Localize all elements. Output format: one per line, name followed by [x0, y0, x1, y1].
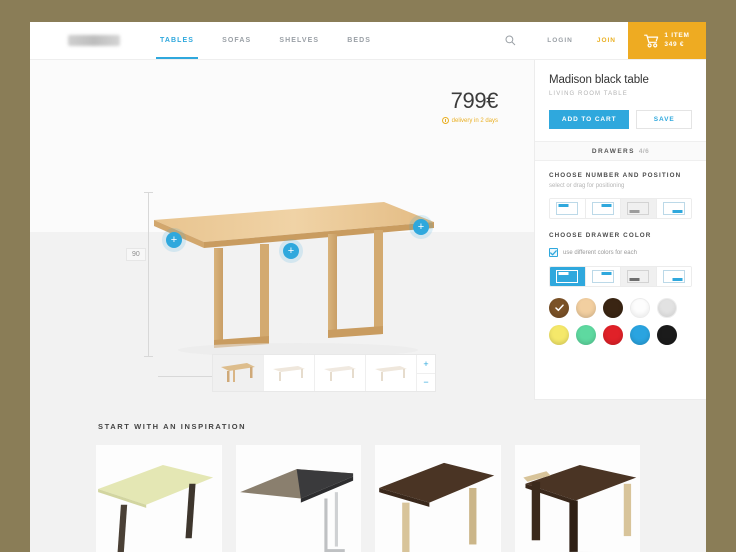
variant-thumbnail-3[interactable]: [315, 355, 366, 391]
swatch-yellow[interactable]: [549, 325, 569, 345]
variant-thumbnail-1[interactable]: [213, 355, 264, 391]
drawer-color-option-4[interactable]: [656, 267, 691, 286]
checkbox-label: use different colors for each: [563, 249, 637, 256]
product-category: LIVING ROOM TABLE: [549, 91, 628, 97]
cart-icon: [644, 34, 659, 47]
drawer-pos-option-1[interactable]: [550, 199, 586, 218]
swatch-white[interactable]: [630, 298, 650, 318]
inspiration-card-2[interactable]: [235, 445, 361, 552]
plus-icon: +: [417, 220, 425, 233]
nav-label: BEDS: [347, 37, 372, 44]
app-window: TABLES SOFAS SHELVES BEDS LOGIN JOIN 1 I…: [30, 22, 706, 552]
drawers-section-header: DRAWERS 4/6: [535, 141, 706, 161]
table-render[interactable]: [148, 198, 438, 358]
swatch-green[interactable]: [576, 325, 596, 345]
nav-item-tables[interactable]: TABLES: [146, 22, 208, 59]
height-dimension-line: [144, 192, 153, 357]
drawer-pattern-bottom-right-icon: [662, 270, 685, 283]
drawer-top-left-icon: [556, 202, 579, 215]
drawer-pos-option-4[interactable]: [656, 199, 691, 218]
hotspot-right[interactable]: +: [413, 219, 429, 235]
hotspot-center[interactable]: +: [283, 243, 299, 259]
company-logo[interactable]: [68, 35, 120, 46]
variant-thumbnail-2[interactable]: [264, 355, 315, 391]
configurator-body: 799€ delivery in 2 days 90 180: [30, 60, 706, 400]
swatch-blue[interactable]: [630, 325, 650, 345]
number-position-hint: select or drag for positioning: [549, 183, 625, 189]
clock-icon: [441, 117, 449, 124]
remove-variant-button[interactable]: −: [417, 372, 435, 391]
nav-label: TABLES: [160, 37, 195, 44]
product-summary: Madison black table LIVING ROOM TABLE AD…: [535, 60, 706, 141]
drawer-color-option-3[interactable]: [621, 267, 657, 286]
drawer-pattern-top-right-icon: [591, 270, 614, 283]
drawer-bottom-right-icon: [662, 202, 685, 215]
drawer-pos-option-3[interactable]: [621, 199, 657, 218]
check-icon: [554, 304, 564, 312]
login-link[interactable]: LOGIN: [535, 37, 585, 44]
drawer-color-option-2[interactable]: [585, 267, 621, 286]
checkbox-checked-icon: [549, 248, 558, 257]
cart-total: 349 €: [664, 40, 685, 48]
cart-button[interactable]: 1 ITEM 349 €: [628, 22, 706, 59]
plus-icon: +: [287, 244, 295, 257]
different-colors-checkbox[interactable]: use different colors for each: [549, 248, 692, 257]
drawer-bottom-left-icon: [627, 202, 650, 215]
delivery-note: delivery in 2 days: [441, 117, 498, 124]
drawers-count: 4/6: [638, 147, 650, 155]
drawer-color-label: CHOOSE DRAWER COLOR: [549, 232, 652, 239]
header-actions: LOGIN JOIN 1 ITEM 349 €: [499, 22, 706, 59]
swatch-black[interactable]: [657, 325, 677, 345]
nav-item-shelves[interactable]: SHELVES: [265, 22, 333, 59]
product-title: Madison black table: [549, 74, 649, 86]
site-header: TABLES SOFAS SHELVES BEDS LOGIN JOIN 1 I…: [30, 22, 706, 60]
drawer-pattern-filled-icon: [556, 270, 579, 283]
join-link[interactable]: JOIN: [585, 37, 628, 44]
cta-row: ADD TO CART SAVE: [549, 110, 692, 129]
product-price: 799€: [450, 88, 499, 113]
inspiration-card-3[interactable]: [375, 445, 501, 552]
inspiration-section: START WITH AN INSPIRATION: [30, 400, 706, 552]
variant-thumbnail-4[interactable]: [366, 355, 417, 391]
hotspot-left[interactable]: +: [166, 232, 182, 248]
inspiration-grid: [30, 445, 706, 552]
swatch-grey[interactable]: [657, 298, 677, 318]
add-variant-button[interactable]: +: [417, 355, 435, 373]
drawer-position-options: [549, 198, 692, 219]
add-to-cart-button[interactable]: ADD TO CART: [549, 110, 630, 129]
inspiration-title: START WITH AN INSPIRATION: [98, 422, 247, 431]
nav-label: SOFAS: [222, 37, 252, 44]
color-swatch-grid: [549, 298, 692, 345]
plus-icon: +: [170, 233, 178, 246]
drawer-color-pattern-options: [549, 266, 692, 287]
number-position-label: CHOOSE NUMBER AND POSITION: [549, 172, 682, 179]
swatch-red[interactable]: [603, 325, 623, 345]
swatch-beige[interactable]: [576, 298, 596, 318]
delivery-text: delivery in 2 days: [451, 117, 498, 124]
swatch-espresso[interactable]: [603, 298, 623, 318]
save-button[interactable]: SAVE: [636, 110, 692, 129]
panel-options: CHOOSE NUMBER AND POSITION select or dra…: [535, 161, 706, 399]
drawer-pattern-bottom-left-icon: [627, 270, 650, 283]
search-icon[interactable]: [499, 35, 521, 46]
variant-thumbnail-strip: + −: [212, 354, 436, 392]
price-block: 799€ delivery in 2 days: [441, 88, 499, 124]
cart-item-count: 1 ITEM: [664, 32, 690, 40]
inspiration-card-1[interactable]: [96, 445, 222, 552]
drawers-label: DRAWERS: [591, 147, 635, 155]
drawer-color-option-1[interactable]: [550, 267, 586, 286]
main-navigation: TABLES SOFAS SHELVES BEDS: [146, 22, 385, 59]
height-dimension-label[interactable]: 90: [126, 248, 146, 261]
cart-text: 1 ITEM 349 €: [664, 32, 689, 48]
nav-item-sofas[interactable]: SOFAS: [208, 22, 265, 59]
swatch-walnut[interactable]: [549, 298, 569, 318]
drawer-pos-option-2[interactable]: [585, 199, 621, 218]
nav-label: SHELVES: [279, 37, 320, 44]
inspiration-card-4[interactable]: [514, 445, 640, 552]
drawer-top-right-icon: [591, 202, 614, 215]
variant-steppers: + −: [417, 355, 435, 391]
configurator-panel: Madison black table LIVING ROOM TABLE AD…: [534, 60, 706, 400]
product-stage: 799€ delivery in 2 days 90 180: [30, 60, 534, 400]
nav-item-beds[interactable]: BEDS: [333, 22, 385, 59]
